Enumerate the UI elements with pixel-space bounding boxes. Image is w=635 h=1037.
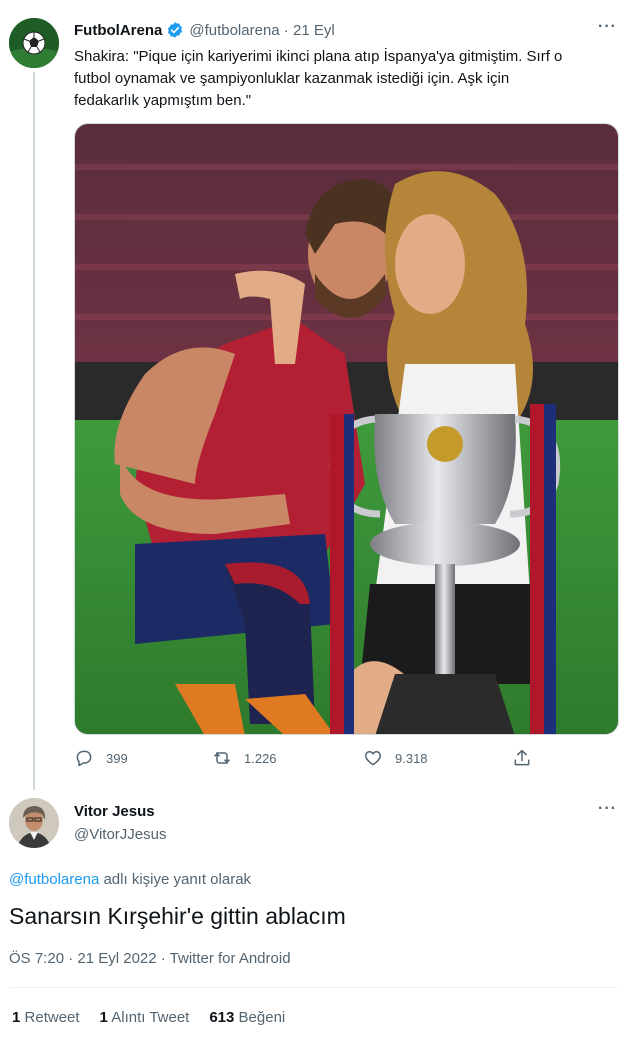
person-avatar-icon <box>9 798 59 848</box>
divider <box>9 987 617 988</box>
replying-to: @futbolarena adlı kişiye yanıt olarak <box>9 871 251 888</box>
verified-badge-icon <box>166 21 184 39</box>
futbolarena-avatar[interactable] <box>9 18 59 68</box>
reply-author-handle[interactable]: @VitorJJesus <box>74 826 166 843</box>
tweet-actions: 399 1.226 9.318 <box>74 748 544 776</box>
reply-stats: 1 Retweet 1 Alıntı Tweet 613 Beğeni <box>12 1009 285 1026</box>
date-separator: · <box>279 21 293 39</box>
tweet-header: FutbolArena @futbolarena · 21 Eyl <box>74 21 335 39</box>
thread-connector-line <box>33 72 35 790</box>
heart-icon <box>365 751 381 766</box>
quote-tweet-stat-label: Alıntı Tweet <box>111 1009 190 1026</box>
reply-meta[interactable]: ÖS 7:20 · 21 Eyl 2022 · Twitter for Andr… <box>9 950 291 967</box>
reply-count: 399 <box>106 750 128 766</box>
retweet-count: 1.226 <box>244 750 277 766</box>
like-stat[interactable]: 613 Beğeni <box>209 1009 285 1026</box>
quote-tweet-stat-count: 1 <box>99 1009 108 1026</box>
reply-text: Sanarsın Kırşehir'e gittin ablacım <box>9 903 346 929</box>
tweet-text: Shakira: "Pique için kariyerimi ikinci p… <box>74 48 563 109</box>
retweet-stat-label: Retweet <box>24 1009 80 1026</box>
tweet-date[interactable]: 21 Eyl <box>293 22 335 39</box>
replying-to-handle-link[interactable]: @futbolarena <box>9 871 99 888</box>
retweet-stat-count: 1 <box>12 1009 21 1026</box>
reply-button[interactable]: 399 <box>74 748 128 768</box>
like-stat-count: 613 <box>209 1009 235 1026</box>
more-options-icon[interactable]: ··· <box>598 18 617 36</box>
reply-author-name[interactable]: Vitor Jesus <box>74 803 155 820</box>
share-button[interactable] <box>512 748 544 768</box>
reply-icon <box>76 750 92 767</box>
soccer-ball-icon <box>9 18 59 68</box>
tweet-photo[interactable] <box>74 123 619 735</box>
share-icon <box>514 749 530 766</box>
author-name[interactable]: FutbolArena <box>74 22 162 39</box>
retweet-icon <box>213 752 231 764</box>
quote-tweet-stat[interactable]: 1 Alıntı Tweet <box>100 1009 190 1026</box>
reply-more-options-icon[interactable]: ··· <box>598 800 617 818</box>
like-count: 9.318 <box>395 750 428 766</box>
replying-to-label: adlı kişiye yanıt olarak <box>99 871 252 888</box>
retweet-button[interactable]: 1.226 <box>212 748 277 768</box>
like-button[interactable]: 9.318 <box>363 748 428 768</box>
vitorjesus-avatar[interactable] <box>9 798 59 848</box>
retweet-stat[interactable]: 1 Retweet <box>12 1009 80 1026</box>
like-stat-label: Beğeni <box>238 1009 286 1026</box>
photo-image <box>75 124 618 734</box>
author-handle[interactable]: @futbolarena <box>189 22 279 39</box>
